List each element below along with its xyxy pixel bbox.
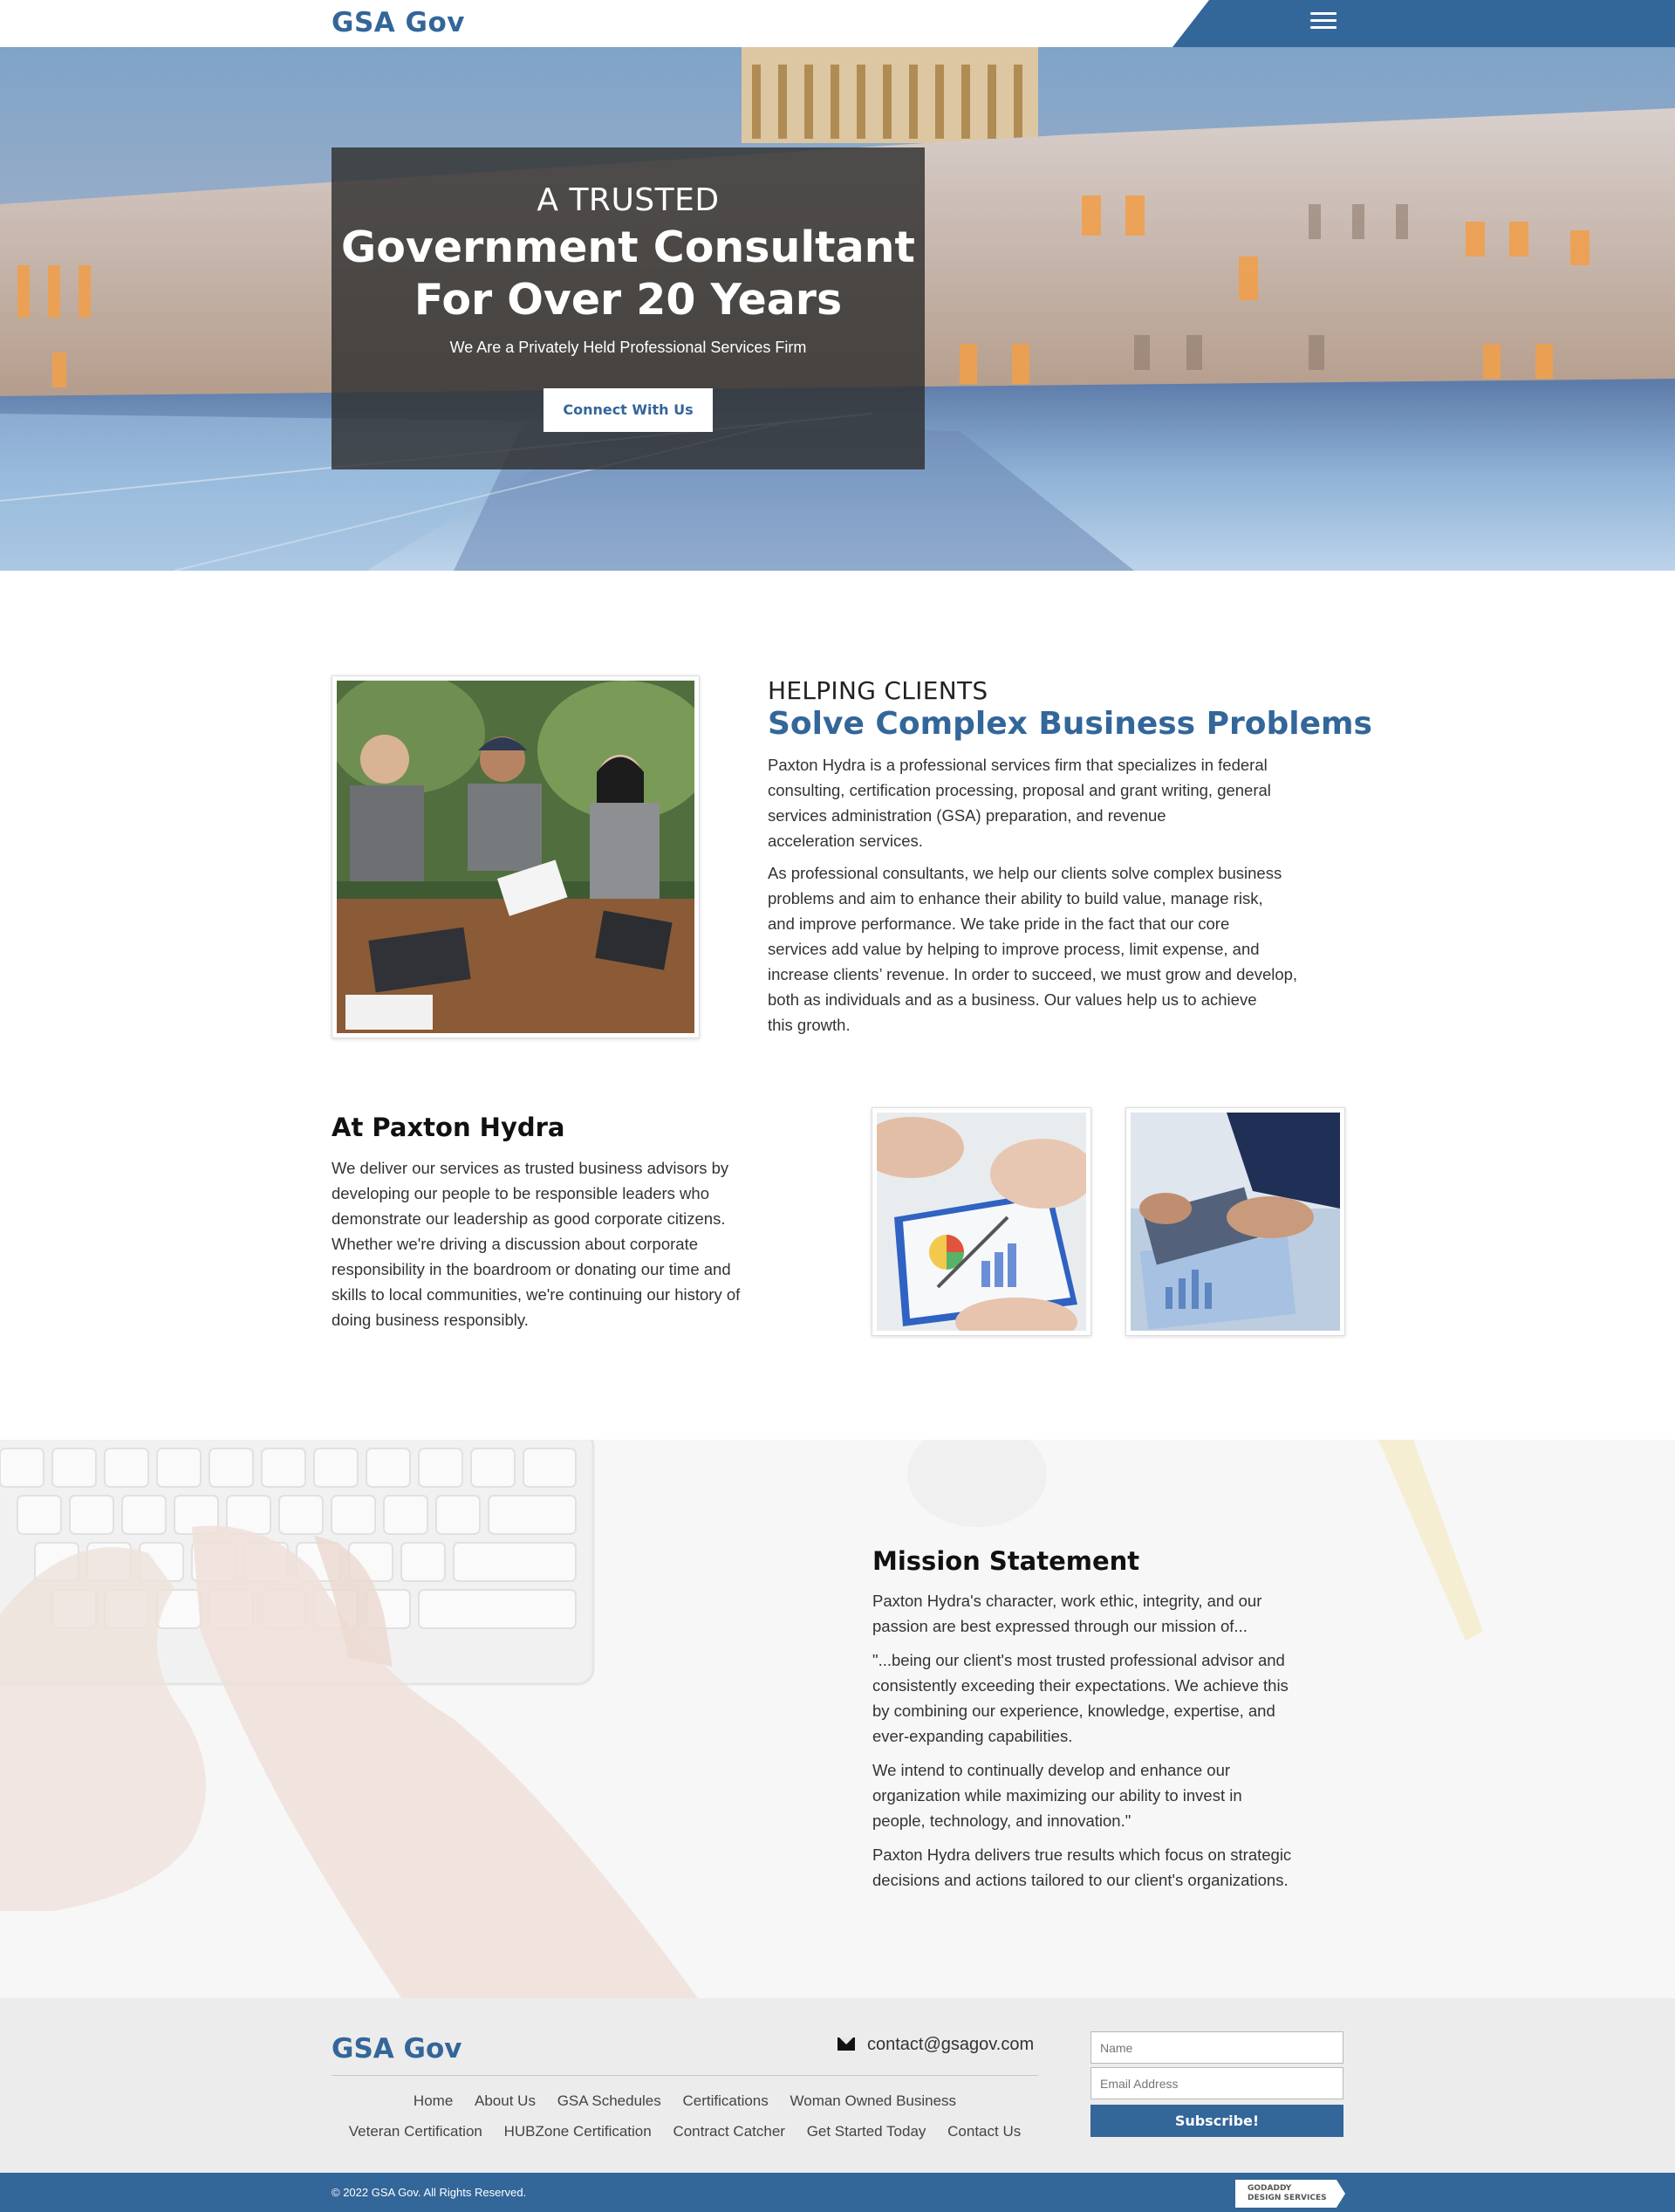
tablet-business-image <box>1131 1113 1340 1331</box>
footer-nav-row-1: Home About Us GSA Schedules Certificatio… <box>332 2092 1038 2110</box>
at-paxton-hydra-heading: At Paxton Hydra <box>332 1113 565 1142</box>
text-line: As professional consultants, we help our… <box>768 864 1282 882</box>
text-line: services add value by helping to improve… <box>768 940 1260 958</box>
text-line: Paxton Hydra's character, work ethic, in… <box>872 1592 1262 1610</box>
copyright-bar: © 2022 GSA Gov. All Rights Reserved. GOD… <box>0 2173 1675 2212</box>
mission-paragraph-3: We intend to continually develop and enh… <box>872 1757 1361 1833</box>
subscribe-button[interactable]: Subscribe! <box>1090 2105 1343 2137</box>
mission-statement-heading: Mission Statement <box>872 1546 1140 1576</box>
paxton-paragraph: We deliver our services as trusted busin… <box>332 1155 820 1332</box>
text-line: responsibility in the boardroom or donat… <box>332 1260 731 1278</box>
footer-link-certifications[interactable]: Certifications <box>683 2092 769 2109</box>
text-line: this growth. <box>768 1016 851 1034</box>
footer-nav-row-2: Veteran Certification HUBZone Certificat… <box>332 2123 1038 2140</box>
hamburger-menu-icon[interactable] <box>1310 12 1337 33</box>
footer-email-link[interactable]: contact@gsagov.com <box>838 2035 1034 2055</box>
hero-title: Government Consultant For Over 20 Years <box>332 222 925 326</box>
keyboard-hands-background-image <box>0 1440 1675 1998</box>
site-footer: GSA Gov contact@gsagov.com Home About Us… <box>0 1998 1675 2173</box>
site-header: GSA Gov <box>0 0 1675 47</box>
text-line: acceleration services. <box>768 832 923 850</box>
text-line: by combining our experience, knowledge, … <box>872 1702 1275 1720</box>
footer-divider <box>332 2075 1038 2076</box>
footer-link-get-started-today[interactable]: Get Started Today <box>807 2123 926 2140</box>
subscribe-email-input[interactable] <box>1090 2067 1343 2099</box>
solve-problems-headline: Solve Complex Business Problems <box>768 706 1372 742</box>
text-line: passion are best expressed through our m… <box>872 1617 1248 1635</box>
text-line: doing business responsibly. <box>332 1311 529 1329</box>
text-line: developing our people to be responsible … <box>332 1184 709 1202</box>
footer-link-gsa-schedules[interactable]: GSA Schedules <box>557 2092 661 2109</box>
text-line: problems and aim to enhance their abilit… <box>768 889 1263 907</box>
footer-email-text[interactable]: contact@gsagov.com <box>867 2035 1034 2054</box>
footer-link-contact-us[interactable]: Contact Us <box>947 2123 1021 2140</box>
footer-link-home[interactable]: Home <box>414 2092 453 2109</box>
text-line: skills to local communities, we're conti… <box>332 1285 741 1304</box>
tablet-business-photo <box>1125 1107 1345 1336</box>
hero-overlay-box: A TRUSTED Government Consultant For Over… <box>332 147 925 469</box>
text-line: We deliver our services as trusted busin… <box>332 1159 729 1177</box>
mission-paragraph-1: Paxton Hydra's character, work ethic, in… <box>872 1588 1361 1639</box>
site-logo[interactable]: GSA Gov <box>332 7 465 38</box>
text-line: We intend to continually develop and enh… <box>872 1761 1231 1779</box>
text-line: decisions and actions tailored to our cl… <box>872 1871 1289 1889</box>
mission-paragraph-4: Paxton Hydra delivers true results which… <box>872 1842 1361 1893</box>
footer-logo[interactable]: GSA Gov <box>332 2033 462 2065</box>
text-line: consistently exceeding their expectation… <box>872 1676 1289 1695</box>
text-line: organization while maximizing our abilit… <box>872 1786 1242 1805</box>
hero-title-line: For Over 20 Years <box>414 275 843 325</box>
godaddy-design-services-badge[interactable]: GODADDY DESIGN SERVICES <box>1235 2180 1345 2208</box>
text-line: demonstrate our leadership as good corpo… <box>332 1209 726 1228</box>
about-paragraph-1: Paxton Hydra is a professional services … <box>768 752 1343 853</box>
hero-section: A TRUSTED Government Consultant For Over… <box>0 47 1675 571</box>
footer-link-woman-owned-business[interactable]: Woman Owned Business <box>790 2092 957 2109</box>
text-line: and improve performance. We take pride i… <box>768 914 1230 933</box>
footer-link-veteran-certification[interactable]: Veteran Certification <box>349 2123 482 2140</box>
hero-kicker: A TRUSTED <box>537 182 720 218</box>
text-line: consulting, certification processing, pr… <box>768 781 1271 799</box>
helping-clients-kicker: HELPING CLIENTS <box>768 676 988 705</box>
badge-line: GODADDY <box>1248 2184 1292 2193</box>
footer-link-contract-catcher[interactable]: Contract Catcher <box>673 2123 785 2140</box>
badge-line: DESIGN SERVICES <box>1248 2194 1327 2202</box>
text-line: people, technology, and innovation." <box>872 1811 1131 1830</box>
hero-subtitle: We Are a Privately Held Professional Ser… <box>449 339 807 356</box>
text-line: Paxton Hydra delivers true results which… <box>872 1846 1292 1864</box>
mission-section: Mission Statement Paxton Hydra's charact… <box>0 1440 1675 1998</box>
text-line: Paxton Hydra is a professional services … <box>768 756 1268 774</box>
subscribe-name-input[interactable] <box>1090 2031 1343 2064</box>
connect-with-us-button[interactable]: Connect With Us <box>544 388 713 432</box>
copyright-text: © 2022 GSA Gov. All Rights Reserved. <box>332 2186 527 2199</box>
text-line: Whether we're driving a discussion about… <box>332 1235 698 1253</box>
chart-review-image <box>877 1113 1086 1331</box>
text-line: services administration (GSA) preparatio… <box>768 806 1166 825</box>
text-line: "...being our client's most trusted prof… <box>872 1651 1285 1669</box>
text-line: both as individuals and as a business. O… <box>768 990 1257 1009</box>
hero-title-line: Government Consultant <box>341 223 915 272</box>
team-meeting-photo <box>332 675 700 1038</box>
text-line: ever-expanding capabilities. <box>872 1727 1073 1745</box>
about-paragraph-2: As professional consultants, we help our… <box>768 860 1352 1038</box>
envelope-icon <box>838 2037 855 2051</box>
footer-link-about-us[interactable]: About Us <box>475 2092 536 2109</box>
team-meeting-image <box>337 681 694 1033</box>
footer-link-hubzone-certification[interactable]: HUBZone Certification <box>504 2123 652 2140</box>
header-accent-bar <box>1172 0 1675 47</box>
chart-review-photo <box>872 1107 1091 1336</box>
text-line: increase clients’ revenue. In order to s… <box>768 965 1298 983</box>
mission-paragraph-2: "...being our client's most trusted prof… <box>872 1647 1361 1749</box>
